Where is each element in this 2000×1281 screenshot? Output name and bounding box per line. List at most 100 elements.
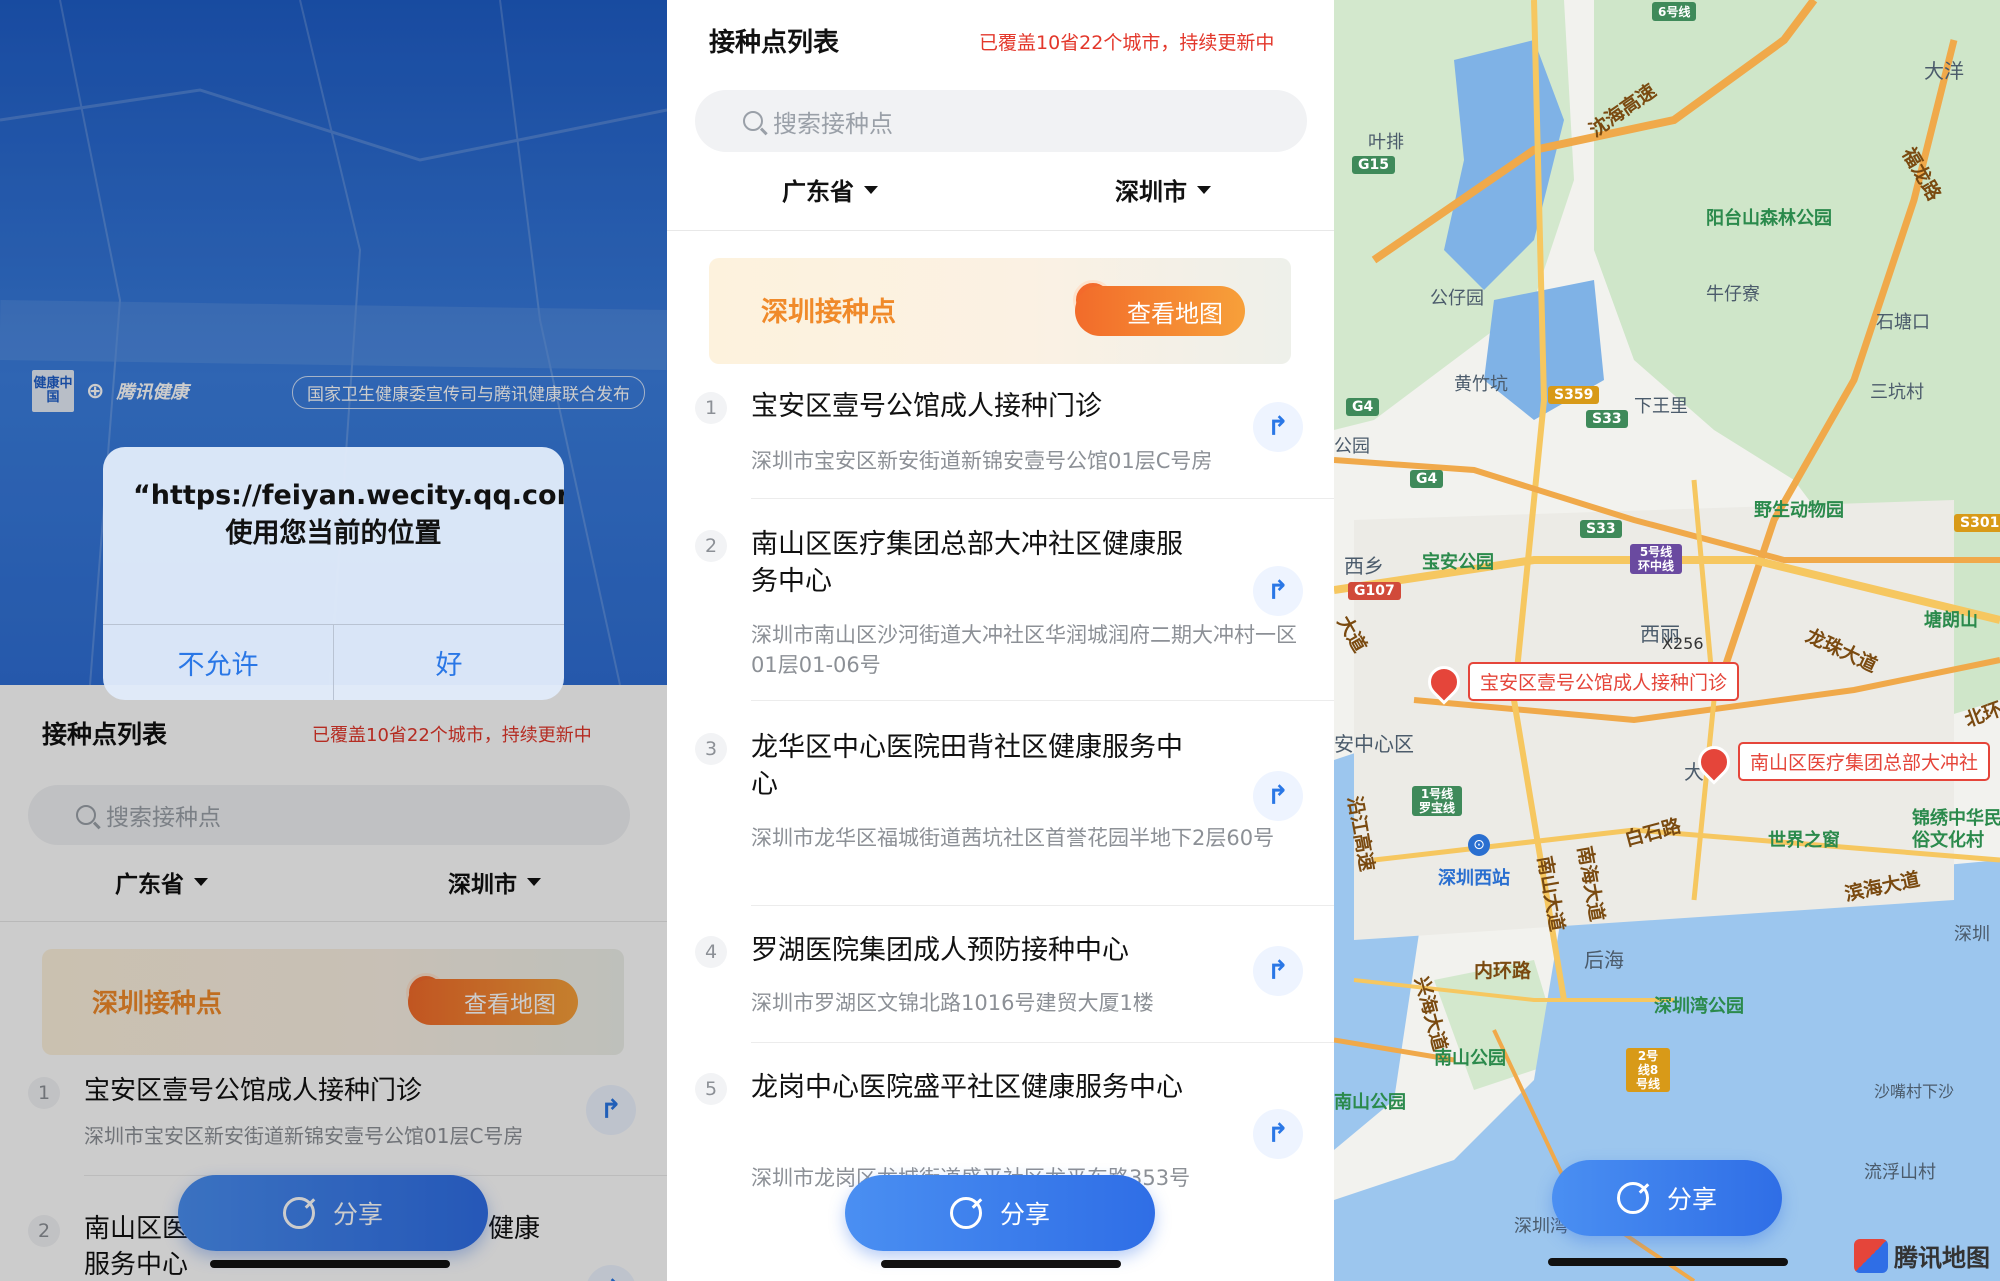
home-indicator	[1548, 1258, 1788, 1266]
screen-location-permission: 健康中国 ⊕ 腾讯健康 国家卫生健康委宣传司与腾讯健康联合发布 接种点列表 已覆…	[0, 0, 667, 1281]
list-item[interactable]: 3 龙华区中心医院田背社区健康服务中心 深圳市龙华区福城街道茜坑社区首誉花园半地…	[667, 732, 1334, 906]
map-place: 公园	[1334, 436, 1370, 457]
map-road: 内环路	[1474, 960, 1532, 982]
metro-line: 2号线8号线	[1626, 1048, 1670, 1092]
map-place: 后海	[1584, 948, 1624, 972]
map-place: 公仔园	[1430, 288, 1484, 309]
screens: 健康中国 ⊕ 腾讯健康 国家卫生健康委宣传司与腾讯健康联合发布 接种点列表 已覆…	[0, 0, 2000, 1281]
route-shield: S33	[1580, 520, 1622, 538]
dropdown-arrow-icon	[864, 185, 878, 194]
share-button[interactable]: 分享	[1552, 1160, 1782, 1236]
map-place: 大洋	[1924, 59, 1964, 83]
route-shield: S33	[1586, 410, 1628, 428]
route-shield: G107	[1348, 582, 1401, 600]
item-number: 3	[695, 733, 727, 765]
divider	[751, 1042, 1334, 1043]
navigate-icon[interactable]: ↱	[1253, 946, 1303, 996]
navigate-icon[interactable]: ↱	[1253, 1109, 1303, 1159]
map-park: 锦绣中华民俗文化村	[1912, 808, 2000, 851]
deny-button[interactable]: 不允许	[103, 625, 334, 700]
route-label: X256	[1662, 634, 1704, 653]
item-number: 5	[695, 1073, 727, 1105]
coverage-text: 已覆盖10省22个城市，持续更新中	[979, 32, 1275, 54]
location-permission-alert: “https://feiyan.wecity.qq.com”想使用您当前的位置 …	[103, 447, 564, 700]
list-title: 接种点列表	[709, 28, 840, 58]
route-shield: G4	[1346, 398, 1380, 416]
map-park: 宝安公园	[1422, 552, 1494, 573]
map-park: 世界之窗	[1768, 830, 1840, 851]
navigate-icon[interactable]: ↱	[1253, 771, 1303, 821]
item-address: 深圳市罗湖区文锦北路1016号建贸大厦1楼	[751, 991, 1154, 1015]
dropdown-arrow-icon	[1197, 185, 1211, 194]
allow-button[interactable]: 好	[334, 625, 564, 700]
screen-vaccination-list: 接种点列表 已覆盖10省22个城市，持续更新中 搜索接种点 广东省 深圳市 深圳…	[667, 0, 1334, 1281]
alert-message: “https://feiyan.wecity.qq.com”想使用您当前的位置	[133, 480, 564, 549]
navigate-icon[interactable]: ↱	[1253, 566, 1303, 616]
shenzhen-card: 深圳接种点 查看地图	[709, 258, 1291, 364]
item-name: 宝安区壹号公馆成人接种门诊	[751, 391, 1102, 422]
share-label: 分享	[1666, 1185, 1717, 1214]
search-input[interactable]: 搜索接种点	[695, 90, 1307, 152]
map-place: 下王里	[1634, 396, 1688, 417]
watermark-text: 腾讯地图	[1894, 1244, 1990, 1272]
item-name: 罗湖医院集团成人预防接种中心	[751, 935, 1129, 966]
item-name: 龙岗中心医院盛平社区健康服务中心	[751, 1072, 1183, 1103]
map-park: 野生动物园	[1754, 500, 1844, 521]
vaccination-marker[interactable]: 南山区医疗集团总部大冲社	[1691, 738, 1991, 785]
route-shield: S359	[1548, 386, 1600, 404]
share-icon	[949, 1197, 982, 1229]
tencent-map-logo-icon	[1854, 1238, 1888, 1273]
divider	[667, 230, 1334, 231]
item-name: 龙华区中心医院田背社区健康服务中心	[751, 732, 1183, 800]
search-icon	[743, 111, 763, 131]
alert-buttons: 不允许 好	[103, 624, 564, 700]
divider	[751, 700, 1334, 701]
route-shield: G15	[1352, 156, 1395, 174]
province-select[interactable]: 广东省	[782, 172, 878, 207]
map-place: 三坑村	[1870, 382, 1924, 403]
share-button[interactable]: 分享	[845, 1175, 1155, 1251]
search-placeholder: 搜索接种点	[773, 109, 893, 138]
train-station: 深圳西站	[1438, 868, 1510, 889]
item-number: 2	[695, 530, 727, 562]
map-place: 深圳	[1954, 924, 1990, 945]
list-item[interactable]: 2 南山区医疗集团总部大冲社区健康服务中心 深圳市南山区沙河街道大冲社区华润城润…	[667, 529, 1334, 701]
divider	[751, 905, 1334, 906]
marker-label: 宝安区壹号公馆成人接种门诊	[1468, 662, 1740, 701]
view-map-button[interactable]: 查看地图	[1075, 286, 1245, 336]
marker-label: 南山区医疗集团总部大冲社	[1738, 742, 1991, 781]
list-item[interactable]: 1 宝安区壹号公馆成人接种门诊 深圳市宝安区新安街道新锦安壹号公馆01层C号房 …	[667, 391, 1334, 502]
map-place: 石塘口	[1876, 312, 1930, 333]
marker-pin-icon	[1421, 658, 1467, 705]
city-select[interactable]: 深圳市	[1115, 172, 1211, 207]
map-place: 叶排	[1368, 132, 1404, 153]
route-shield: G4	[1410, 470, 1444, 488]
metro-line: 5号线环中线	[1630, 544, 1682, 574]
item-number: 1	[695, 392, 727, 424]
province-value: 广东省	[782, 178, 854, 206]
home-indicator	[881, 1260, 1121, 1268]
item-number: 4	[695, 936, 727, 968]
item-address: 深圳市南山区沙河街道大冲社区华润城润府二期大冲村一区01层01-06号	[751, 623, 1297, 677]
navigate-icon[interactable]: ↱	[1253, 402, 1303, 452]
map-place: 沙嘴村下沙	[1874, 1082, 1955, 1101]
map-place: 安中心区	[1334, 732, 1414, 756]
list-item[interactable]: 4 罗湖医院集团成人预防接种中心 深圳市罗湖区文锦北路1016号建贸大厦1楼 ↱	[667, 935, 1334, 1046]
item-address: 深圳市龙华区福城街道茜坑社区首誉花园半地下2层60号	[751, 826, 1275, 850]
tencent-map-watermark: 腾讯地图	[1854, 1238, 1990, 1273]
map-place: 西乡	[1344, 554, 1384, 578]
item-name: 南山区医疗集团总部大冲社区健康服务中心	[751, 529, 1183, 597]
map-place: 流浮山村	[1864, 1162, 1936, 1183]
train-station-icon: ⊙	[1468, 834, 1490, 856]
vaccination-marker[interactable]: 宝安区壹号公馆成人接种门诊	[1421, 658, 1740, 705]
card-title: 深圳接种点	[761, 297, 896, 328]
share-label: 分享	[999, 1200, 1050, 1229]
city-value: 深圳市	[1115, 178, 1187, 206]
divider	[751, 498, 1334, 499]
item-address: 深圳市宝安区新安街道新锦安壹号公馆01层C号房	[751, 449, 1213, 473]
marker-pin-icon	[1691, 738, 1737, 785]
map-place: 黄竹坑	[1454, 374, 1508, 395]
map-park: 塘朗山	[1924, 610, 1978, 631]
map-park: 深圳湾公园	[1654, 996, 1744, 1017]
share-icon	[1616, 1182, 1649, 1214]
